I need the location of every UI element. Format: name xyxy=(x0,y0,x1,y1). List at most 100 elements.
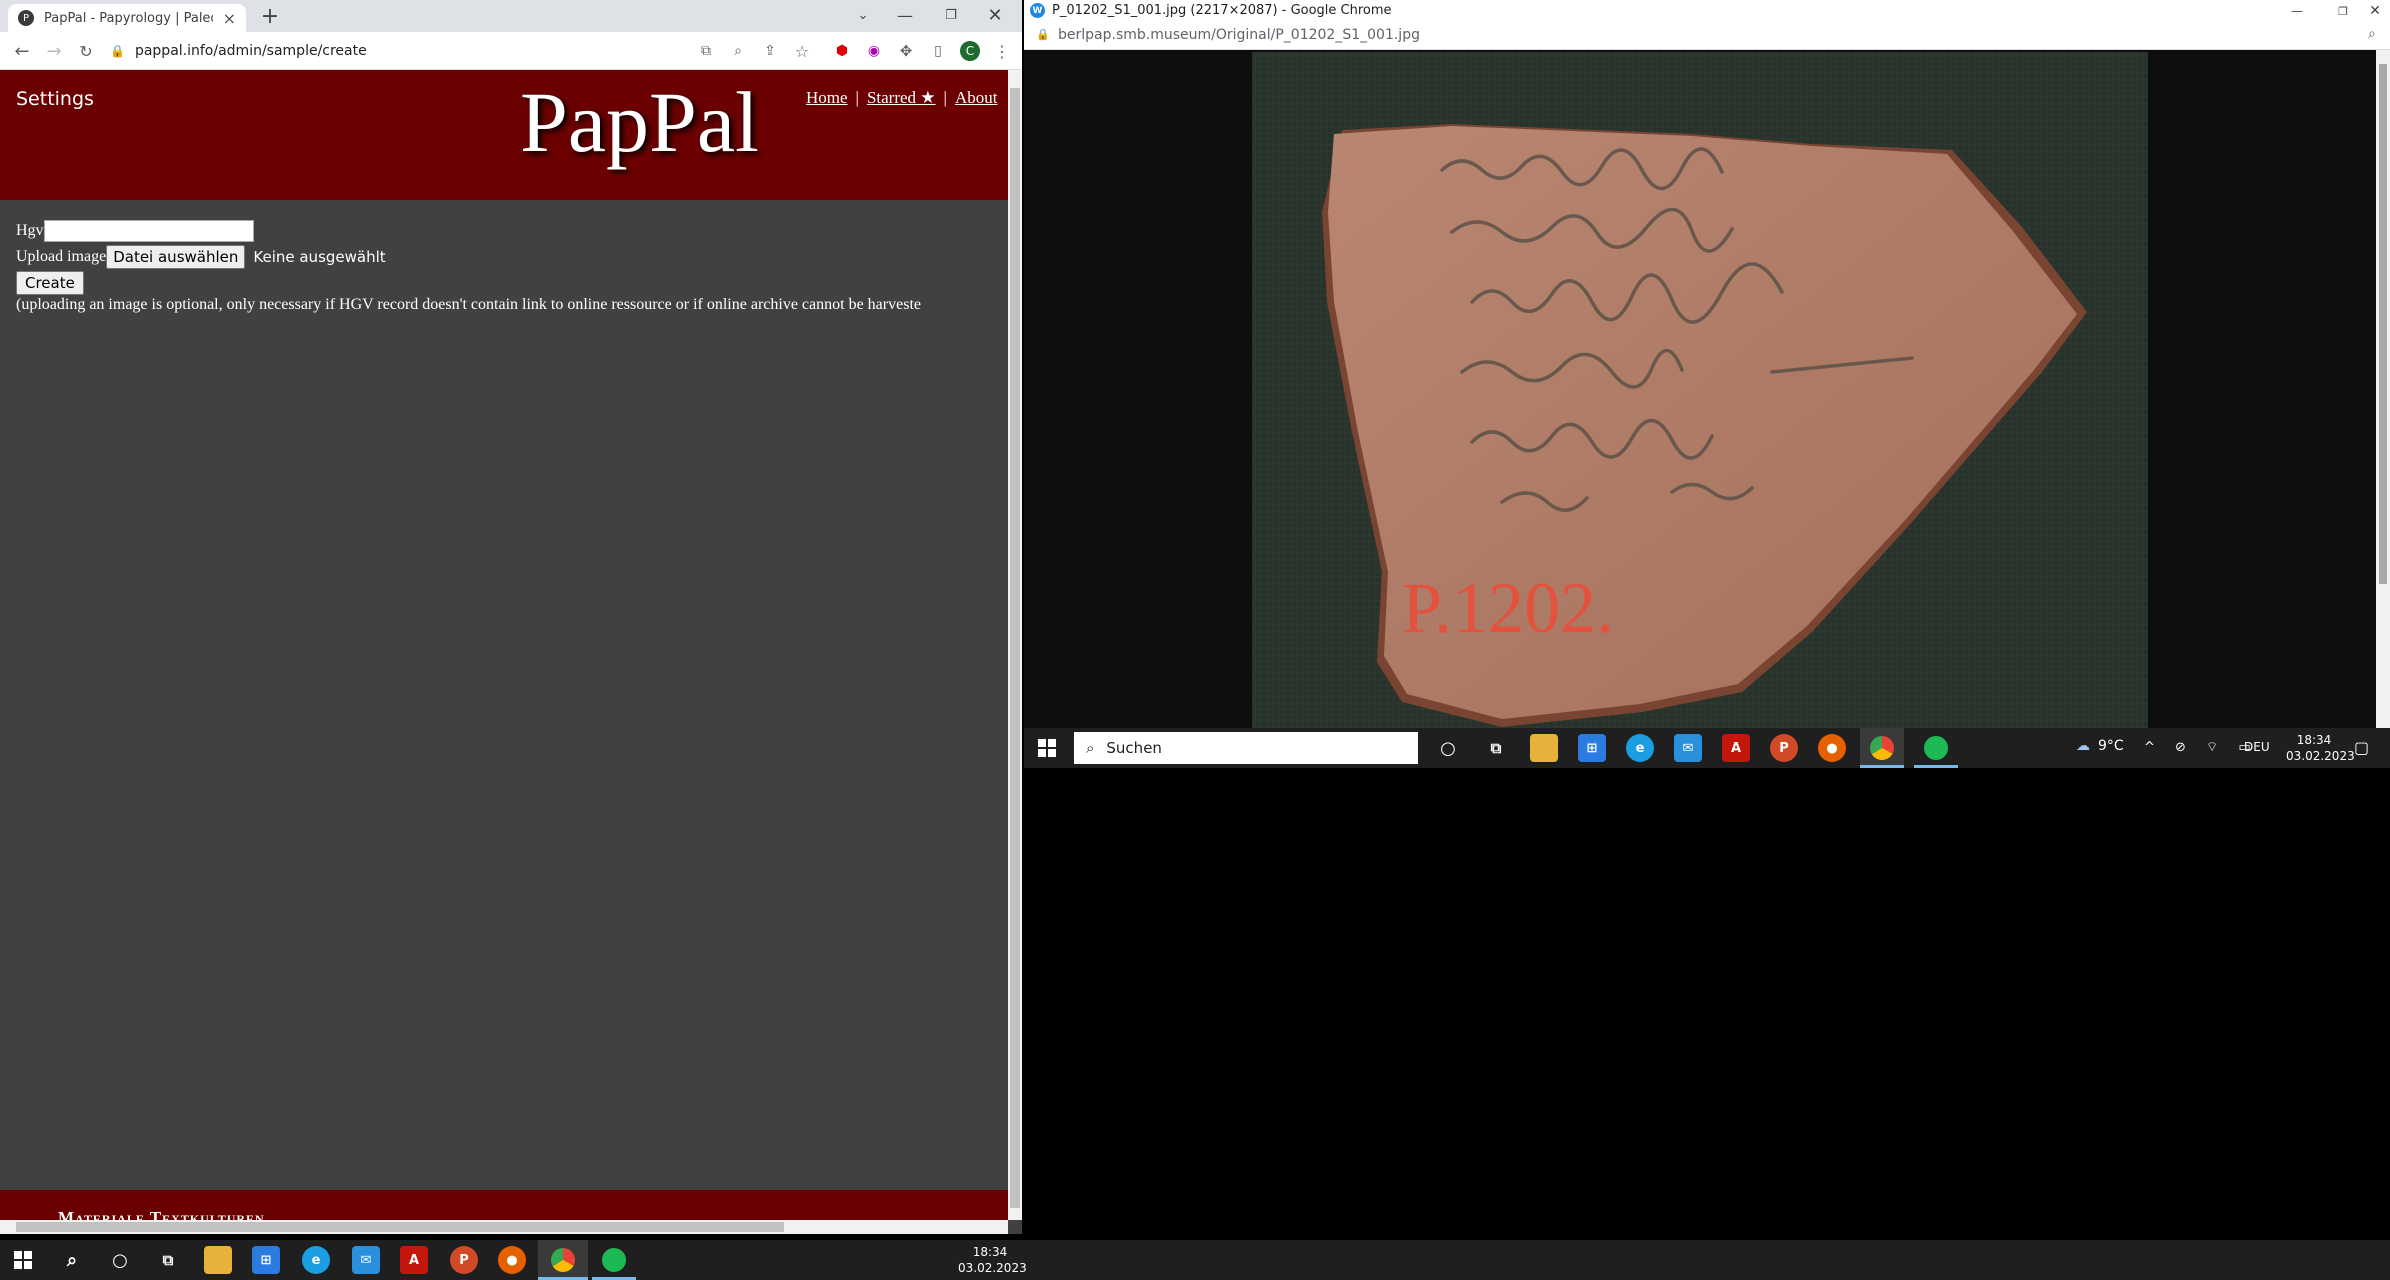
pappal-favicon-icon: P xyxy=(18,10,34,26)
vertical-scrollbar[interactable] xyxy=(2376,50,2390,730)
new-tab-button[interactable]: + xyxy=(258,4,282,29)
nav-starred-link[interactable]: Starred ★ xyxy=(867,88,936,107)
chrome-taskbar-button[interactable] xyxy=(1860,728,1904,768)
nav-about-link[interactable]: About xyxy=(955,88,998,107)
clock-date: 03.02.2023 xyxy=(958,1261,1027,1275)
weather-widget[interactable]: ☁ 9°C xyxy=(2076,738,2124,754)
ostracon-photo[interactable]: P.1202. xyxy=(1252,52,2148,730)
nav-separator: | xyxy=(943,88,947,107)
acrobat-icon[interactable]: A xyxy=(400,1246,428,1274)
nav-home-link[interactable]: Home xyxy=(806,88,848,107)
bookmark-star-icon[interactable]: ☆ xyxy=(788,37,816,65)
menu-icon[interactable]: ⋮ xyxy=(988,37,1016,65)
right-browser-window: W P_01202_S1_001.jpg (2217×2087) - Googl… xyxy=(1024,0,2390,730)
clock[interactable]: 18:34 03.02.2023 xyxy=(958,1244,1027,1276)
spotify-taskbar-button[interactable] xyxy=(592,1240,636,1280)
clock-time: 18:34 xyxy=(972,1245,1008,1259)
notification-icon[interactable]: ▢ xyxy=(2354,738,2369,757)
left-browser-window: P PapPal - Papyrology | Paleograph × + ⌄… xyxy=(0,0,1022,1234)
zoom-icon[interactable]: ⌕ xyxy=(724,37,752,65)
clock-date: 03.02.2023 xyxy=(2286,749,2355,763)
close-window-icon[interactable]: ✕ xyxy=(2360,0,2390,22)
main-taskbar: ⌕ ○ ⧉ ⊞ e ✉ A P ● 18:34 03.02.2023 xyxy=(0,1240,2390,1280)
create-button[interactable]: Create xyxy=(16,271,84,295)
browser-toolbar: ← → ↻ 🔒 pappal.info/admin/sample/create … xyxy=(0,32,1022,70)
file-explorer-icon[interactable] xyxy=(204,1246,232,1274)
tab-pappal[interactable]: P PapPal - Papyrology | Paleograph × xyxy=(8,4,246,32)
side-panel-icon[interactable]: ▯ xyxy=(924,37,952,65)
hgv-label: Hgv xyxy=(16,222,44,239)
extension-red-icon[interactable]: ⬢ xyxy=(828,37,856,65)
mail-icon[interactable]: ✉ xyxy=(1674,734,1702,762)
hgv-input[interactable] xyxy=(43,220,254,242)
image-viewport: P.1202. xyxy=(1024,50,2376,730)
scrollbar-thumb[interactable] xyxy=(16,1222,784,1232)
store-icon[interactable]: ⊞ xyxy=(1578,734,1606,762)
chrome-taskbar-button[interactable] xyxy=(538,1240,588,1280)
url-text: berlpap.smb.museum/Original/P_01202_S1_0… xyxy=(1058,27,1420,43)
edge-icon[interactable]: e xyxy=(1626,734,1654,762)
language-indicator[interactable]: DEU xyxy=(2244,740,2270,754)
windows-start-icon[interactable] xyxy=(14,1251,32,1269)
search-icon[interactable]: ⌕ xyxy=(58,1246,86,1274)
settings-link[interactable]: Settings xyxy=(16,88,94,110)
tab-strip: P PapPal - Papyrology | Paleograph × + ⌄… xyxy=(0,0,1022,32)
powerpoint-icon[interactable]: P xyxy=(450,1246,478,1274)
vertical-scrollbar[interactable] xyxy=(1008,70,1022,1220)
choose-file-button[interactable]: Datei auswählen xyxy=(106,245,246,269)
address-bar[interactable]: 🔒 berlpap.smb.museum/Original/P_01202_S1… xyxy=(1024,22,2390,50)
scrollbar-thumb[interactable] xyxy=(2379,64,2387,584)
minimize-icon[interactable]: — xyxy=(882,0,928,30)
tab-search-icon[interactable]: ⌄ xyxy=(840,0,886,30)
extensions-puzzle-icon[interactable]: ✥ xyxy=(892,37,920,65)
close-tab-icon[interactable]: × xyxy=(223,9,236,28)
share-icon[interactable]: ⇪ xyxy=(756,37,784,65)
store-icon[interactable]: ⊞ xyxy=(252,1246,280,1274)
cloud-icon: ☁ xyxy=(2076,738,2090,754)
spotify-taskbar-button[interactable] xyxy=(1914,728,1958,768)
forward-icon[interactable]: → xyxy=(40,37,68,65)
translate-icon[interactable]: ⧉ xyxy=(692,37,720,65)
address-bar[interactable]: 🔒 pappal.info/admin/sample/create xyxy=(110,37,680,65)
weather-temp: 9°C xyxy=(2098,738,2124,754)
task-view-icon[interactable]: ⧉ xyxy=(154,1246,182,1274)
url-text: pappal.info/admin/sample/create xyxy=(134,43,367,59)
tray-icons[interactable]: ^ ⊘ ⌔ ▭ xyxy=(2144,739,2259,755)
mail-icon[interactable]: ✉ xyxy=(352,1246,380,1274)
tab-title: PapPal - Papyrology | Paleograph xyxy=(44,10,213,26)
site-nav: Home | Starred ★ | About xyxy=(806,88,997,108)
upload-image-label: Upload image xyxy=(16,248,107,265)
wordpress-icon: W xyxy=(1030,3,1045,18)
profile-avatar[interactable]: C xyxy=(956,37,984,65)
clock[interactable]: 18:34 03.02.2023 xyxy=(2286,732,2355,764)
restore-icon[interactable]: ❐ xyxy=(928,0,974,30)
edge-icon[interactable]: e xyxy=(302,1246,330,1274)
secondary-taskbar: ⌕ Suchen ○ ⧉ ⊞ e ✉ A P ● ☁ 9°C ^ ⊘ ⌔ ▭ D… xyxy=(1024,728,2390,768)
powerpoint-icon[interactable]: P xyxy=(1770,734,1798,762)
firefox-icon[interactable]: ● xyxy=(1818,734,1846,762)
upload-note: (uploading an image is optional, only ne… xyxy=(16,296,921,313)
site-logo[interactable]: PapPal xyxy=(520,72,759,172)
scrollbar-thumb[interactable] xyxy=(1010,88,1020,1208)
horizontal-scrollbar[interactable] xyxy=(0,1220,1008,1234)
close-window-icon[interactable]: ✕ xyxy=(972,0,1018,30)
extension-purple-icon[interactable]: ◉ xyxy=(860,37,888,65)
cortana-icon[interactable]: ○ xyxy=(106,1246,134,1274)
taskbar-search-box[interactable]: ⌕ Suchen xyxy=(1074,732,1418,764)
zoom-icon[interactable]: ⌕ xyxy=(2368,26,2376,42)
lock-icon: 🔒 xyxy=(1036,28,1050,41)
firefox-icon[interactable]: ● xyxy=(498,1246,526,1274)
reload-icon[interactable]: ↻ xyxy=(72,37,100,65)
task-view-icon[interactable]: ⧉ xyxy=(1482,734,1510,762)
file-explorer-icon[interactable] xyxy=(1530,734,1558,762)
back-icon[interactable]: ← xyxy=(8,37,36,65)
minimize-icon[interactable]: — xyxy=(2274,0,2320,22)
acrobat-icon[interactable]: A xyxy=(1722,734,1750,762)
ostracon-image: P.1202. xyxy=(1252,52,2148,730)
ostracon-number-label: P.1202. xyxy=(1402,568,1614,648)
create-sample-form: Hgv Upload image Datei auswählen Keine a… xyxy=(16,218,386,296)
search-placeholder: Suchen xyxy=(1106,739,1162,757)
cortana-icon[interactable]: ○ xyxy=(1434,734,1462,762)
clock-time: 18:34 xyxy=(2296,733,2332,747)
windows-start-icon[interactable] xyxy=(1038,739,1056,757)
